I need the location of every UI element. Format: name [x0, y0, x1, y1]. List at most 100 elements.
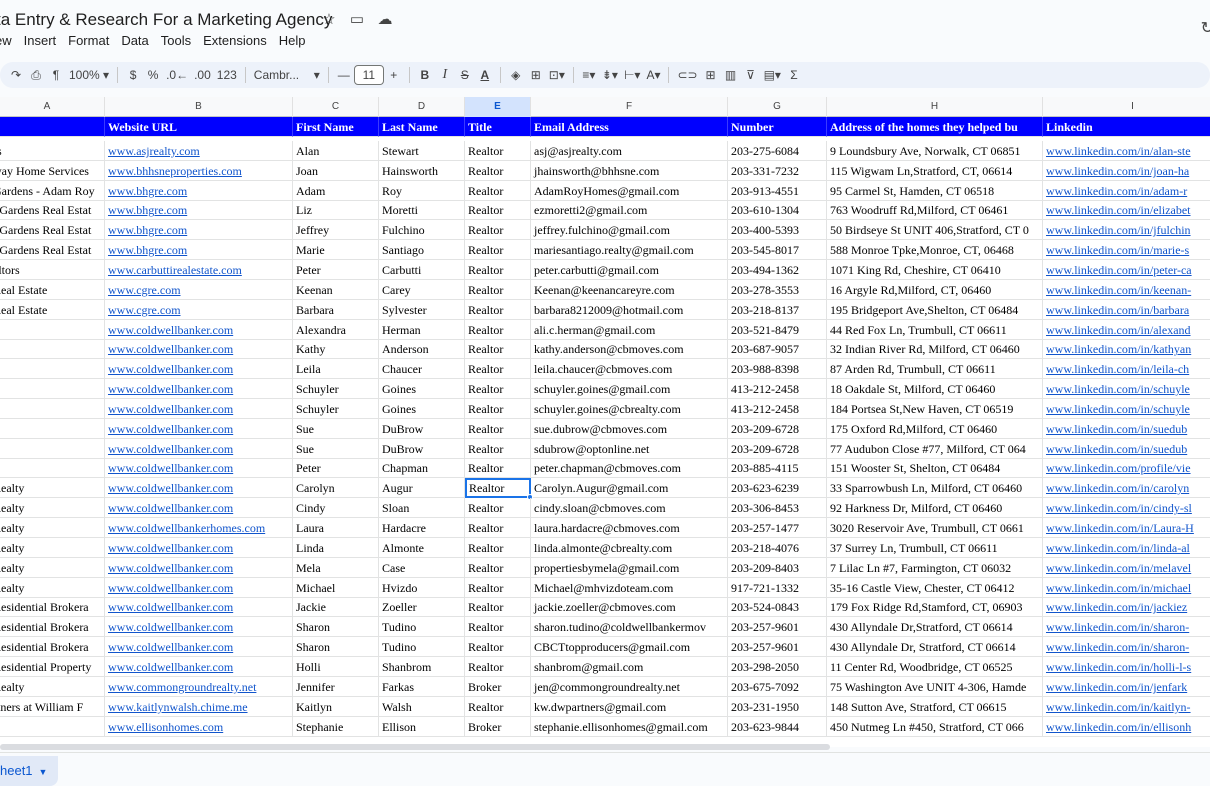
header-cell[interactable]: Email Address: [531, 117, 728, 137]
table-cell[interactable]: www.linkedin.com/in/carolyn: [1043, 478, 1210, 499]
table-cell[interactable]: Residential Property: [0, 656, 105, 677]
table-cell[interactable]: 203-988-8398: [728, 359, 827, 380]
table-cell[interactable]: www.coldwellbanker.com: [105, 478, 293, 499]
table-cell[interactable]: www.coldwellbanker.com: [105, 597, 293, 618]
table-cell[interactable]: 203-306-8453: [728, 498, 827, 519]
table-cell[interactable]: www.linkedin.com/in/jfulchin: [1043, 220, 1210, 241]
table-cell[interactable]: asj@asjrealty.com: [531, 140, 728, 161]
table-cell[interactable]: jeffrey.fulchino@gmail.com: [531, 220, 728, 241]
table-cell[interactable]: 7 Lilac Ln #7, Farmington, CT 06032: [827, 557, 1043, 578]
borders-icon[interactable]: ⊞: [526, 64, 546, 86]
table-cell[interactable]: Realtor: [465, 359, 531, 380]
table-cell[interactable]: 203-209-6728: [728, 438, 827, 459]
table-cell[interactable]: www.coldwellbanker.com: [105, 398, 293, 419]
decrease-decimal-button[interactable]: .0←: [163, 64, 191, 86]
table-cell[interactable]: www.asjrealty.com: [105, 140, 293, 161]
table-cell[interactable]: Cindy: [293, 498, 379, 519]
table-cell[interactable]: 11 Center Rd, Woodbridge, CT 06525: [827, 656, 1043, 677]
table-cell[interactable]: l Gardens Real Estat: [0, 240, 105, 261]
column-header-c[interactable]: C: [293, 97, 379, 117]
table-cell[interactable]: www.kaitlynwalsh.chime.me: [105, 696, 293, 717]
table-cell[interactable]: www.linkedin.com/in/alexand: [1043, 320, 1210, 340]
vertical-align-icon[interactable]: ⇟▾: [599, 64, 621, 86]
text-color-button[interactable]: A: [475, 64, 495, 86]
table-cell[interactable]: Herman: [379, 319, 465, 340]
table-cell[interactable]: www.linkedin.com/in/schuyle: [1043, 379, 1210, 400]
table-cell[interactable]: Sue: [293, 438, 379, 459]
selected-cell[interactable]: Realtor: [465, 478, 531, 499]
percent-button[interactable]: %: [143, 64, 163, 86]
table-cell[interactable]: Tudino: [379, 637, 465, 658]
table-cell[interactable]: Realtor: [465, 279, 531, 300]
table-cell[interactable]: Marie: [293, 240, 379, 261]
table-cell[interactable]: cindy.sloan@cbmoves.com: [531, 498, 728, 519]
table-cell[interactable]: 92 Harkness Dr, Milford, CT 06460: [827, 498, 1043, 519]
table-cell[interactable]: 203-400-5393: [728, 220, 827, 241]
table-cell[interactable]: www.linkedin.com/in/cindy-sl: [1043, 498, 1210, 519]
table-cell[interactable]: 203-257-9601: [728, 637, 827, 658]
table-cell[interactable]: [0, 359, 105, 380]
chevron-down-icon[interactable]: ▼: [39, 767, 48, 777]
header-cell[interactable]: Website URL: [105, 117, 293, 137]
table-cell[interactable]: DuBrow: [379, 438, 465, 459]
table-cell[interactable]: Realtor: [465, 438, 531, 459]
insert-link-icon[interactable]: ⊂⊃: [674, 64, 700, 86]
number-format-button[interactable]: 123: [214, 64, 240, 86]
redo-icon[interactable]: ↷: [6, 64, 26, 86]
table-cell[interactable]: Moretti: [379, 200, 465, 221]
table-cell[interactable]: 203-331-7232: [728, 160, 827, 181]
header-cell[interactable]: Last Name: [379, 117, 465, 137]
table-cell[interactable]: www.bhhsneproperties.com: [105, 160, 293, 181]
table-cell[interactable]: Real Estate: [0, 279, 105, 300]
table-cell[interactable]: Jennifer: [293, 676, 379, 697]
table-cell[interactable]: Jeffrey: [293, 220, 379, 241]
table-cell[interactable]: 203-278-3553: [728, 279, 827, 300]
table-cell[interactable]: 203-298-2050: [728, 656, 827, 677]
table-cell[interactable]: 148 Sutton Ave, Stratford, CT 06615: [827, 696, 1043, 717]
table-cell[interactable]: www.bhgre.com: [105, 180, 293, 201]
table-cell[interactable]: 179 Fox Ridge Rd,Stamford, CT, 06903: [827, 597, 1043, 618]
table-cell[interactable]: CBCTtopproducers@gmail.com: [531, 637, 728, 658]
table-cell[interactable]: Realty: [0, 537, 105, 558]
table-cell[interactable]: mariesantiago.realty@gmail.com: [531, 240, 728, 261]
increase-decimal-button[interactable]: .00: [191, 64, 214, 86]
table-cell[interactable]: Realtor: [465, 299, 531, 320]
table-cell[interactable]: www.coldwellbanker.com: [105, 418, 293, 439]
table-cell[interactable]: Laura: [293, 518, 379, 538]
table-cell[interactable]: peter.carbutti@gmail.com: [531, 259, 728, 280]
table-cell[interactable]: kw.dwpartners@gmail.com: [531, 696, 728, 717]
table-cell[interactable]: stephanie.ellisonhomes@gmail.com: [531, 716, 728, 737]
table-cell[interactable]: www.coldwellbanker.com: [105, 319, 293, 340]
table-cell[interactable]: 430 Allyndale Dr, Stratford, CT 06614: [827, 637, 1043, 658]
print-icon[interactable]: ⎙: [26, 64, 46, 86]
table-cell[interactable]: www.coldwellbanker.com: [105, 617, 293, 638]
table-cell[interactable]: 184 Portsea St,New Haven, CT 06519: [827, 398, 1043, 419]
header-cell[interactable]: [0, 117, 105, 137]
table-cell[interactable]: www.linkedin.com/in/leila-ch: [1043, 359, 1210, 380]
table-cell[interactable]: www.coldwellbanker.com: [105, 498, 293, 519]
table-cell[interactable]: kathy.anderson@cbmoves.com: [531, 339, 728, 360]
table-cell[interactable]: 413-212-2458: [728, 398, 827, 419]
table-cell[interactable]: Realtor: [465, 617, 531, 638]
sheet-tab[interactable]: heet1 ▼: [0, 756, 58, 786]
table-cell[interactable]: 151 Wooster St, Shelton, CT 06484: [827, 458, 1043, 479]
table-cell[interactable]: Realtor: [465, 498, 531, 519]
column-header-e[interactable]: E: [465, 97, 531, 117]
table-cell[interactable]: 175 Oxford Rd,Milford, CT 06460: [827, 418, 1043, 439]
table-cell[interactable]: 413-212-2458: [728, 379, 827, 400]
table-cell[interactable]: www.coldwellbanker.com: [105, 359, 293, 380]
filter-icon[interactable]: ⊽: [741, 64, 761, 86]
table-cell[interactable]: leila.chaucer@cbmoves.com: [531, 359, 728, 380]
table-cell[interactable]: 203-610-1304: [728, 200, 827, 221]
table-cell[interactable]: www.coldwellbanker.com: [105, 637, 293, 658]
italic-button[interactable]: I: [435, 64, 455, 86]
header-cell[interactable]: Number: [728, 117, 827, 137]
column-header-g[interactable]: G: [728, 97, 827, 117]
table-cell[interactable]: Goines: [379, 379, 465, 400]
table-cell[interactable]: Realty: [0, 518, 105, 538]
header-cell[interactable]: Title: [465, 117, 531, 137]
table-cell[interactable]: 203-623-9844: [728, 716, 827, 737]
text-rotation-icon[interactable]: A▾: [643, 64, 663, 86]
table-cell[interactable]: 115 Wigwam Ln,Stratford, CT, 06614: [827, 160, 1043, 181]
table-cell[interactable]: www.bhgre.com: [105, 220, 293, 241]
